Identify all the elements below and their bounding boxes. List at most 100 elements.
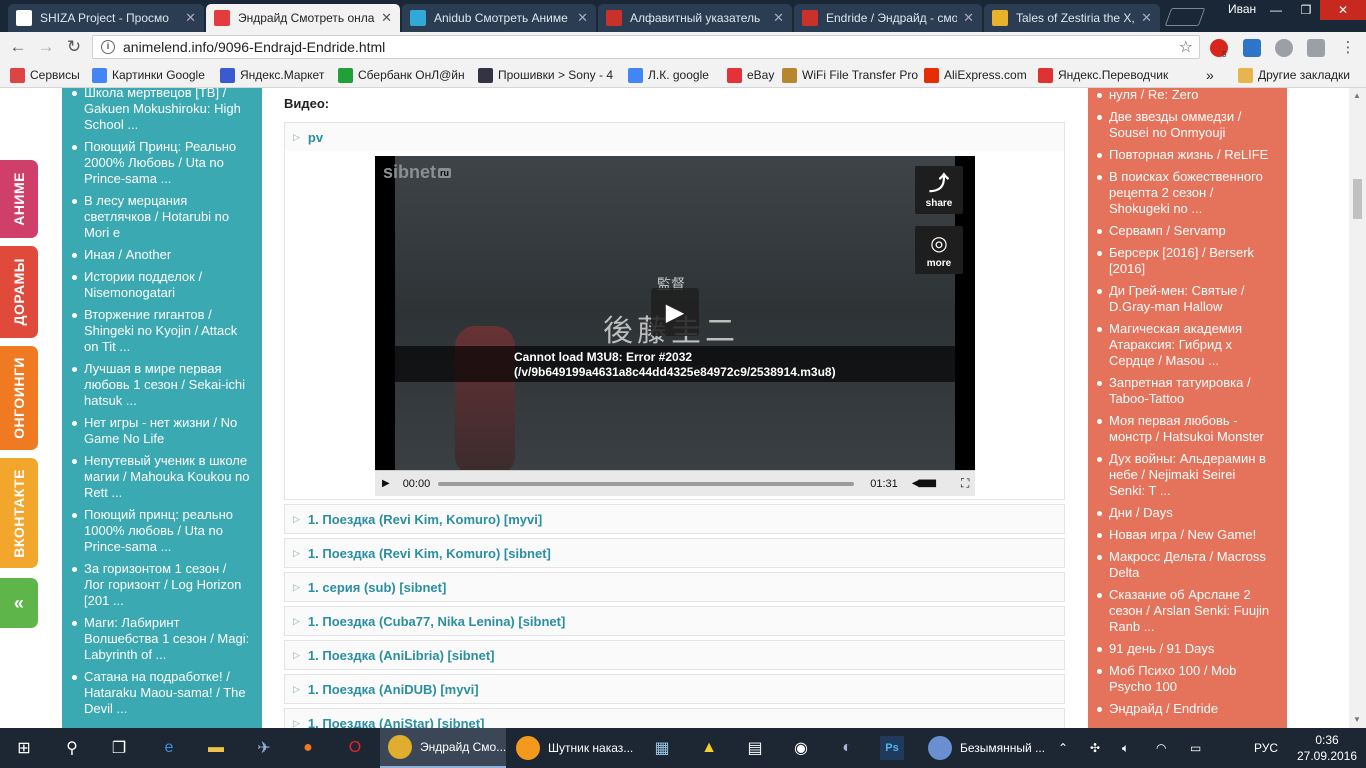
spoiler-header[interactable]: ▷ 1. Поездка (AniDUB) [myvi] (285, 675, 1064, 703)
taskbar-app-0[interactable]: Эндрайд Смо... (380, 728, 506, 768)
video-player[interactable]: sibnetru ⤴ share ◎ more 監督 後藤圭二 ▶ Cannot… (375, 156, 975, 496)
anime-link[interactable]: В поисках божественного рецепта 2 сезон … (1097, 169, 1275, 217)
opera-icon[interactable]: O (343, 736, 367, 760)
side-tab-3[interactable]: ВКОНТАКТЕ (0, 458, 38, 568)
anime-link[interactable]: Поющий принц: реально 1000% любовь / Uta… (72, 507, 250, 555)
edge-icon[interactable]: e (157, 736, 181, 760)
anime-link[interactable]: Истории подделок / Nisemonogatari (72, 269, 250, 301)
spoiler-episode[interactable]: ▷ 1. Поездка (AniDUB) [myvi] (284, 674, 1065, 704)
clock[interactable]: 0:36 27.09.2016 (1296, 732, 1358, 764)
back-button[interactable]: ← (8, 37, 28, 57)
tab-1[interactable]: Эндрайд Смотреть онла ✕ (206, 4, 400, 32)
anime-link[interactable]: Берсерк [2016] / Berserk [2016] (1097, 245, 1275, 277)
tool-icon[interactable]: ✈ (252, 736, 276, 760)
photoshop-icon[interactable]: Ps (880, 736, 904, 760)
tab-2[interactable]: Anidub Смотреть Аниме ✕ (402, 4, 596, 32)
anime-link[interactable]: Магическая академия Атараксия: Гибрид х … (1097, 321, 1275, 369)
seek-bar[interactable] (438, 481, 855, 486)
bookmark-7[interactable]: WiFi File Transfer Pro (782, 67, 918, 83)
media-icon[interactable]: ▤ (743, 736, 767, 760)
close-tab-icon[interactable]: ✕ (773, 10, 784, 26)
anime-link[interactable]: Сказание об Арслане 2 сезон / Arslan Sen… (1097, 587, 1275, 635)
anime-link[interactable]: Моб Психо 100 / Mob Psycho 100 (1097, 663, 1275, 695)
share-button[interactable]: ⤴ share (915, 166, 963, 214)
language-indicator[interactable]: РУС (1254, 728, 1278, 768)
other-bookmarks[interactable]: Другие закладки (1238, 67, 1350, 83)
side-tab-0[interactable]: АНИМЕ (0, 160, 38, 238)
scroll-down-icon[interactable]: ▼ (1353, 715, 1361, 724)
spoiler-header[interactable]: ▷ 1. серия (sub) [sibnet] (285, 573, 1064, 601)
explorer-icon[interactable]: ▬ (204, 736, 228, 760)
tab-4[interactable]: Endride / Эндрайд - смо ✕ (794, 4, 982, 32)
taskbar-app-1[interactable]: Шутник наказ... (508, 728, 638, 768)
anime-link[interactable]: Непутевый ученик в школе магии / Mahouka… (72, 453, 250, 501)
reload-button[interactable]: ↻ (64, 37, 84, 57)
spoiler-episode[interactable]: ▷ 1. Поездка (AniStar) [sibnet] (284, 708, 1065, 728)
anime-link[interactable]: Ди Грей-мен: Святые / D.Gray-man Hallow (1097, 283, 1275, 315)
scroll-thumb[interactable] (1353, 179, 1362, 219)
anime-link[interactable]: За горизонтом 1 сезон / Лог горизонт / L… (72, 561, 250, 609)
big-play-button[interactable]: ▶ (651, 288, 699, 336)
anime-link[interactable]: 91 день / 91 Days (1097, 641, 1275, 657)
bookmark-2[interactable]: Яндекс.Маркет (220, 67, 324, 83)
anime-link[interactable]: Повторная жизнь / ReLIFE (1097, 147, 1275, 163)
bookmark-8[interactable]: AliExpress.com (924, 67, 1027, 83)
address-bar[interactable]: i animelend.info/9096-Endrajd-Endride.ht… (92, 35, 1200, 59)
scroll-up-icon[interactable]: ▲ (1353, 91, 1361, 100)
firefox-icon[interactable]: ● (296, 736, 320, 760)
network-share-icon[interactable]: ▦ (650, 736, 674, 760)
spoiler-episode[interactable]: ▷ 1. серия (sub) [sibnet] (284, 572, 1065, 602)
restore-button[interactable]: ❐ (1292, 0, 1320, 20)
minimize-button[interactable]: — (1262, 0, 1290, 20)
close-tab-icon[interactable]: ✕ (963, 10, 974, 26)
anime-link[interactable]: Эндрайд / Endride (1097, 701, 1275, 717)
close-tab-icon[interactable]: ✕ (381, 10, 392, 26)
anime-link[interactable]: Моя первая любовь - монстр / Hatsukoi Mo… (1097, 413, 1275, 445)
bookmark-star-icon[interactable]: ☆ (1179, 37, 1193, 57)
task-view-icon[interactable]: ❐ (107, 736, 131, 760)
close-button[interactable]: ✕ (1320, 0, 1366, 20)
extension-globe-icon[interactable] (1275, 39, 1293, 57)
anime-link[interactable]: Дни / Days (1097, 505, 1275, 521)
bookmark-4[interactable]: Прошивки > Sony - 4 (478, 67, 613, 83)
anime-link[interactable]: Дух войны: Альдерамин в небе / Nejimaki … (1097, 451, 1275, 499)
anime-link[interactable]: Запретная татуировка / Taboo-Tattoo (1097, 375, 1275, 407)
bookmarks-more-button[interactable]: » (1206, 67, 1214, 83)
volume-icon[interactable]: ◀▮▮▮▮▮ (912, 478, 946, 489)
spoiler-pv[interactable]: ▷ pv sibnetru ⤴ share ◎ more 監督 後藤圭二 ▶ (284, 122, 1065, 500)
side-tab-1[interactable]: ДОРАМЫ (0, 246, 38, 338)
browser-app-icon[interactable]: ◐ (835, 736, 859, 760)
spoiler-episode[interactable]: ▷ 1. Поездка (Revi Kim, Komuro) [sibnet] (284, 538, 1065, 568)
tab-3[interactable]: Алфавитный указатель ✕ (598, 4, 792, 32)
anime-link[interactable]: Сервамп / Servamp (1097, 223, 1275, 239)
fullscreen-icon[interactable]: ⛶ (955, 476, 975, 491)
tab-0[interactable]: SHIZA Project - Просмо ✕ (8, 4, 204, 32)
anime-link[interactable]: нуля / Re: Zero (1097, 88, 1275, 103)
profile-name[interactable]: Иван (1228, 0, 1256, 20)
tab-5[interactable]: Tales of Zestiria the X, C ✕ (984, 4, 1160, 32)
wifi-icon[interactable]: ◠ (1156, 728, 1166, 768)
anime-link[interactable]: Вторжение гигантов / Shingeki no Kyojin … (72, 307, 250, 355)
forward-button[interactable]: → (36, 37, 56, 57)
anime-link[interactable]: Лучшая в мире первая любовь 1 сезон / Se… (72, 361, 250, 409)
anime-link[interactable]: Две звезды оммедзи / Sousei no Onmyouji (1097, 109, 1275, 141)
spoiler-header[interactable]: ▷ 1. Поездка (AniLibria) [sibnet] (285, 641, 1064, 669)
close-tab-icon[interactable]: ✕ (1141, 10, 1152, 26)
spoiler-header[interactable]: ▷ 1. Поездка (Revi Kim, Komuro) [myvi] (285, 505, 1064, 533)
spoiler-episode[interactable]: ▷ 1. Поездка (AniLibria) [sibnet] (284, 640, 1065, 670)
menu-icon[interactable]: ⋮ (1338, 37, 1358, 57)
taskbar-app-2[interactable]: Безымянный ... (920, 728, 1048, 768)
bookmark-1[interactable]: Картинки Google (92, 67, 205, 83)
anime-link[interactable]: Макросс Дельта / Macross Delta (1097, 549, 1275, 581)
anime-link[interactable]: Поющий Принц: Реально 2000% Любовь / Uta… (72, 139, 250, 187)
search-icon[interactable]: ⚲ (60, 736, 84, 760)
site-info-icon[interactable]: i (101, 40, 115, 54)
bookmark-9[interactable]: Яндекс.Переводчик (1038, 67, 1168, 83)
new-tab-button[interactable] (1164, 8, 1206, 26)
anime-link[interactable]: Нет игры - нет жизни / No Game No Life (72, 415, 250, 447)
anime-link[interactable]: Маги: Лабиринт Волшебства 1 сезон / Magi… (72, 615, 250, 663)
bookmark-0[interactable]: Сервисы (10, 67, 80, 83)
audio-icon[interactable]: ◉ (789, 736, 813, 760)
volume-tray-icon[interactable]: 🔈︎ (1122, 728, 1129, 768)
spoiler-episode[interactable]: ▷ 1. Поездка (Revi Kim, Komuro) [myvi] (284, 504, 1065, 534)
